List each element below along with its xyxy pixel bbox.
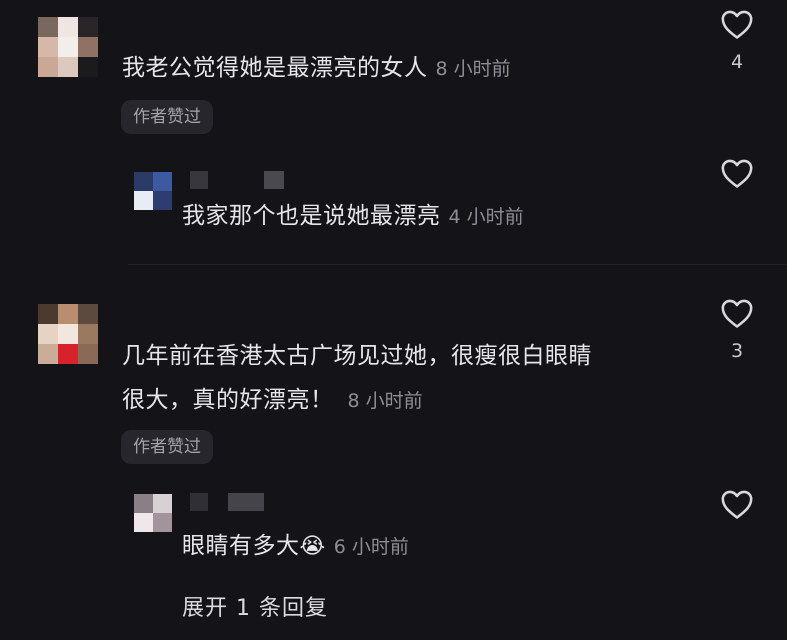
avatar[interactable] [134, 494, 172, 532]
expand-replies-button[interactable]: 展开 1 条回复 [182, 590, 328, 622]
divider [128, 264, 787, 265]
reply-time: 4 小时前 [448, 206, 524, 228]
reply-text[interactable]: 我家那个也是说她最漂亮 4 小时前 [182, 196, 524, 237]
reply-text[interactable]: 眼睛有多大😭 6 小时前 [182, 526, 409, 567]
comment-time: 8 小时前 [347, 390, 423, 412]
comment-text[interactable]: 几年前在香港太古广场见过她，很瘦很白眼睛 很大，真的好漂亮！ 8 小时前 [122, 336, 592, 421]
heart-icon[interactable] [720, 488, 754, 520]
heart-icon[interactable] [720, 8, 754, 40]
author-liked-badge: 作者赞过 [121, 430, 213, 464]
heart-icon[interactable] [720, 297, 754, 329]
comment-content: 我老公觉得她是最漂亮的女人 [122, 55, 428, 81]
reply-time: 6 小时前 [333, 536, 409, 558]
avatar[interactable] [38, 304, 98, 364]
comment-content-line2: 很大，真的好漂亮！ [122, 387, 334, 413]
avatar[interactable] [38, 17, 98, 77]
heart-icon[interactable] [720, 157, 754, 189]
comment-time: 8 小时前 [435, 58, 511, 80]
crying-emoji-icon: 😭 [299, 534, 326, 559]
author-liked-badge: 作者赞过 [121, 100, 213, 134]
reply-content: 眼睛有多大 [182, 533, 300, 559]
like-count: 4 [730, 51, 744, 73]
like-count: 3 [730, 340, 744, 362]
comment-text[interactable]: 我老公觉得她是最漂亮的女人 8 小时前 [122, 48, 511, 89]
avatar[interactable] [134, 172, 172, 210]
comment-content-line1: 几年前在香港太古广场见过她，很瘦很白眼睛 [122, 343, 592, 369]
reply-content: 我家那个也是说她最漂亮 [182, 203, 441, 229]
